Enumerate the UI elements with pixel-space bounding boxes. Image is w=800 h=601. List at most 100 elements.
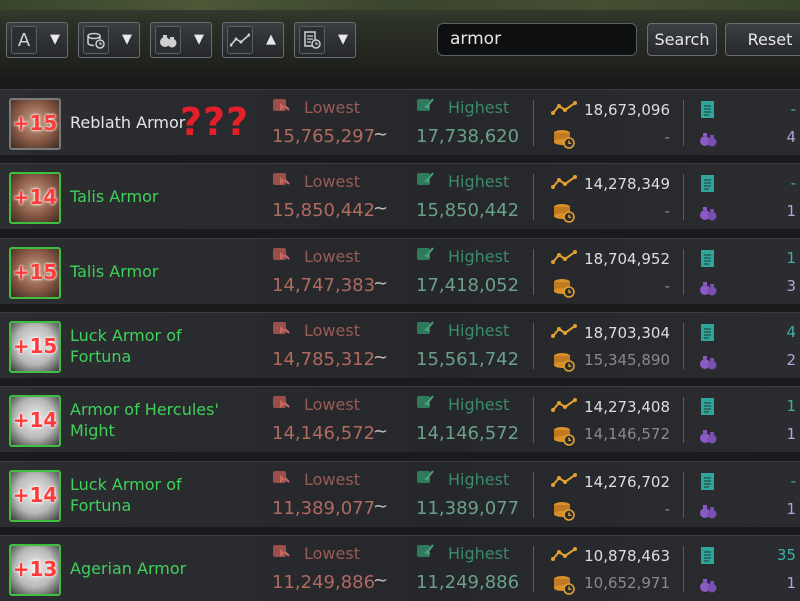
item-name: Luck Armor of Fortuna bbox=[70, 326, 182, 366]
lowest-price-icon bbox=[273, 322, 290, 334]
reset-button[interactable]: Reset bbox=[725, 23, 800, 56]
trade-count: 4 bbox=[786, 128, 796, 146]
document-icon bbox=[701, 398, 714, 415]
list-item[interactable]: +13 Agerian Armor Lowest 11,249,886 ~ Hi… bbox=[0, 535, 800, 601]
average-price: 14,276,702 bbox=[584, 473, 670, 491]
document-icon bbox=[701, 547, 714, 564]
lowest-price-icon bbox=[273, 545, 290, 557]
column-divider bbox=[683, 174, 684, 220]
item-icon: +14 bbox=[9, 172, 61, 224]
trade-count: 1 bbox=[786, 574, 796, 592]
money-bags-icon bbox=[700, 207, 717, 221]
list-item[interactable]: +15 Reblath Armor Lowest 15,765,297 ~ Hi… bbox=[0, 89, 800, 155]
highest-price: 17,418,052 bbox=[416, 275, 520, 296]
money-bags-icon bbox=[155, 26, 181, 54]
item-icon: +15 bbox=[9, 98, 61, 150]
average-price: 18,704,952 bbox=[584, 250, 670, 268]
sort-quantity-dropdown[interactable]: ▼ bbox=[150, 22, 212, 58]
last-sale-price: - bbox=[664, 500, 670, 518]
enhance-level: +15 bbox=[12, 111, 58, 135]
column-divider bbox=[683, 397, 684, 443]
column-divider bbox=[533, 397, 534, 443]
highest-label: Highest bbox=[448, 172, 510, 191]
money-bags-icon bbox=[700, 282, 717, 296]
money-bags-icon bbox=[700, 430, 717, 444]
sort-registered-dropdown[interactable]: ▼ bbox=[294, 22, 356, 58]
lowest-price: 15,765,297 bbox=[272, 126, 376, 147]
coins-clock-icon bbox=[554, 204, 575, 223]
coins-clock-icon bbox=[83, 26, 109, 54]
trend-line-icon bbox=[551, 547, 577, 561]
highest-price-icon bbox=[417, 98, 434, 111]
coins-clock-icon bbox=[554, 502, 575, 521]
last-sale-price: - bbox=[664, 128, 670, 146]
search-input[interactable]: armor bbox=[437, 23, 637, 56]
market-toolbar: A ▼ ▼ ▼ ▲ ▼ armor Search Reset bbox=[0, 0, 800, 78]
lowest-price-icon bbox=[273, 99, 290, 111]
item-name: Armor of Hercules' Might bbox=[70, 400, 219, 440]
lowest-price: 14,785,312 bbox=[272, 349, 376, 370]
chevron-up-icon: ▲ bbox=[266, 32, 276, 47]
highest-price-icon bbox=[417, 395, 434, 408]
highest-price: 15,561,742 bbox=[416, 349, 520, 370]
annotation-question-marks: ??? bbox=[180, 100, 250, 144]
average-price: 14,273,408 bbox=[584, 398, 670, 416]
lowest-label: Lowest bbox=[304, 544, 360, 563]
coins-clock-icon bbox=[554, 130, 575, 149]
item-icon: +14 bbox=[9, 395, 61, 447]
column-divider bbox=[533, 472, 534, 518]
last-sale-price: - bbox=[664, 277, 670, 295]
column-divider bbox=[533, 546, 534, 592]
lowest-price-icon bbox=[273, 396, 290, 408]
item-name: Reblath Armor bbox=[70, 113, 186, 132]
list-item[interactable]: +15 Talis Armor Lowest 14,747,383 ~ High… bbox=[0, 238, 800, 304]
highest-label: Highest bbox=[448, 321, 510, 340]
sort-price-time-dropdown[interactable]: ▼ bbox=[78, 22, 140, 58]
range-separator: ~ bbox=[373, 347, 389, 368]
column-divider bbox=[533, 323, 534, 369]
coins-clock-icon bbox=[554, 353, 575, 372]
highest-label: Highest bbox=[448, 470, 510, 489]
chevron-down-icon: ▼ bbox=[122, 32, 132, 47]
range-separator: ~ bbox=[373, 570, 389, 591]
range-separator: ~ bbox=[373, 198, 389, 219]
enhance-level: +14 bbox=[12, 408, 58, 432]
column-divider bbox=[683, 249, 684, 295]
column-divider bbox=[683, 546, 684, 592]
trend-line-icon bbox=[551, 175, 577, 189]
highest-label: Highest bbox=[448, 395, 510, 414]
letter-a-icon: A bbox=[11, 26, 37, 54]
money-bags-icon bbox=[700, 579, 717, 593]
lowest-label: Lowest bbox=[304, 470, 360, 489]
sort-name-dropdown[interactable]: A ▼ bbox=[6, 22, 68, 58]
document-icon bbox=[701, 324, 714, 341]
lowest-price-icon bbox=[273, 471, 290, 483]
sort-trend-dropdown[interactable]: ▲ bbox=[222, 22, 284, 58]
average-price: 14,278,349 bbox=[584, 175, 670, 193]
lowest-price: 14,747,383 bbox=[272, 275, 376, 296]
average-price: 10,878,463 bbox=[584, 547, 670, 565]
trend-line-icon bbox=[551, 398, 577, 412]
highest-label: Highest bbox=[448, 544, 510, 563]
coins-clock-icon bbox=[554, 427, 575, 446]
list-item[interactable]: +14 Luck Armor of Fortuna Lowest 11,389,… bbox=[0, 461, 800, 527]
highest-price-icon bbox=[417, 321, 434, 334]
item-icon: +13 bbox=[9, 544, 61, 596]
list-item[interactable]: +14 Armor of Hercules' Might Lowest 14,1… bbox=[0, 386, 800, 452]
lowest-price-icon bbox=[273, 248, 290, 260]
last-sale-price: 15,345,890 bbox=[584, 351, 670, 369]
list-item[interactable]: +14 Talis Armor Lowest 15,850,442 ~ High… bbox=[0, 163, 800, 229]
list-item[interactable]: +15 Luck Armor of Fortuna Lowest 14,785,… bbox=[0, 312, 800, 378]
trade-count: 1 bbox=[786, 500, 796, 518]
lowest-price: 14,146,572 bbox=[272, 423, 376, 444]
enhance-level: +14 bbox=[12, 483, 58, 507]
search-button[interactable]: Search bbox=[647, 23, 717, 56]
registered-count: 4 bbox=[786, 323, 796, 341]
lowest-label: Lowest bbox=[304, 395, 360, 414]
lowest-label: Lowest bbox=[304, 247, 360, 266]
average-price: 18,673,096 bbox=[584, 101, 670, 119]
document-icon bbox=[701, 250, 714, 267]
lowest-price: 11,389,077 bbox=[272, 498, 376, 519]
registered-count: - bbox=[790, 174, 796, 192]
chevron-down-icon: ▼ bbox=[50, 32, 60, 47]
